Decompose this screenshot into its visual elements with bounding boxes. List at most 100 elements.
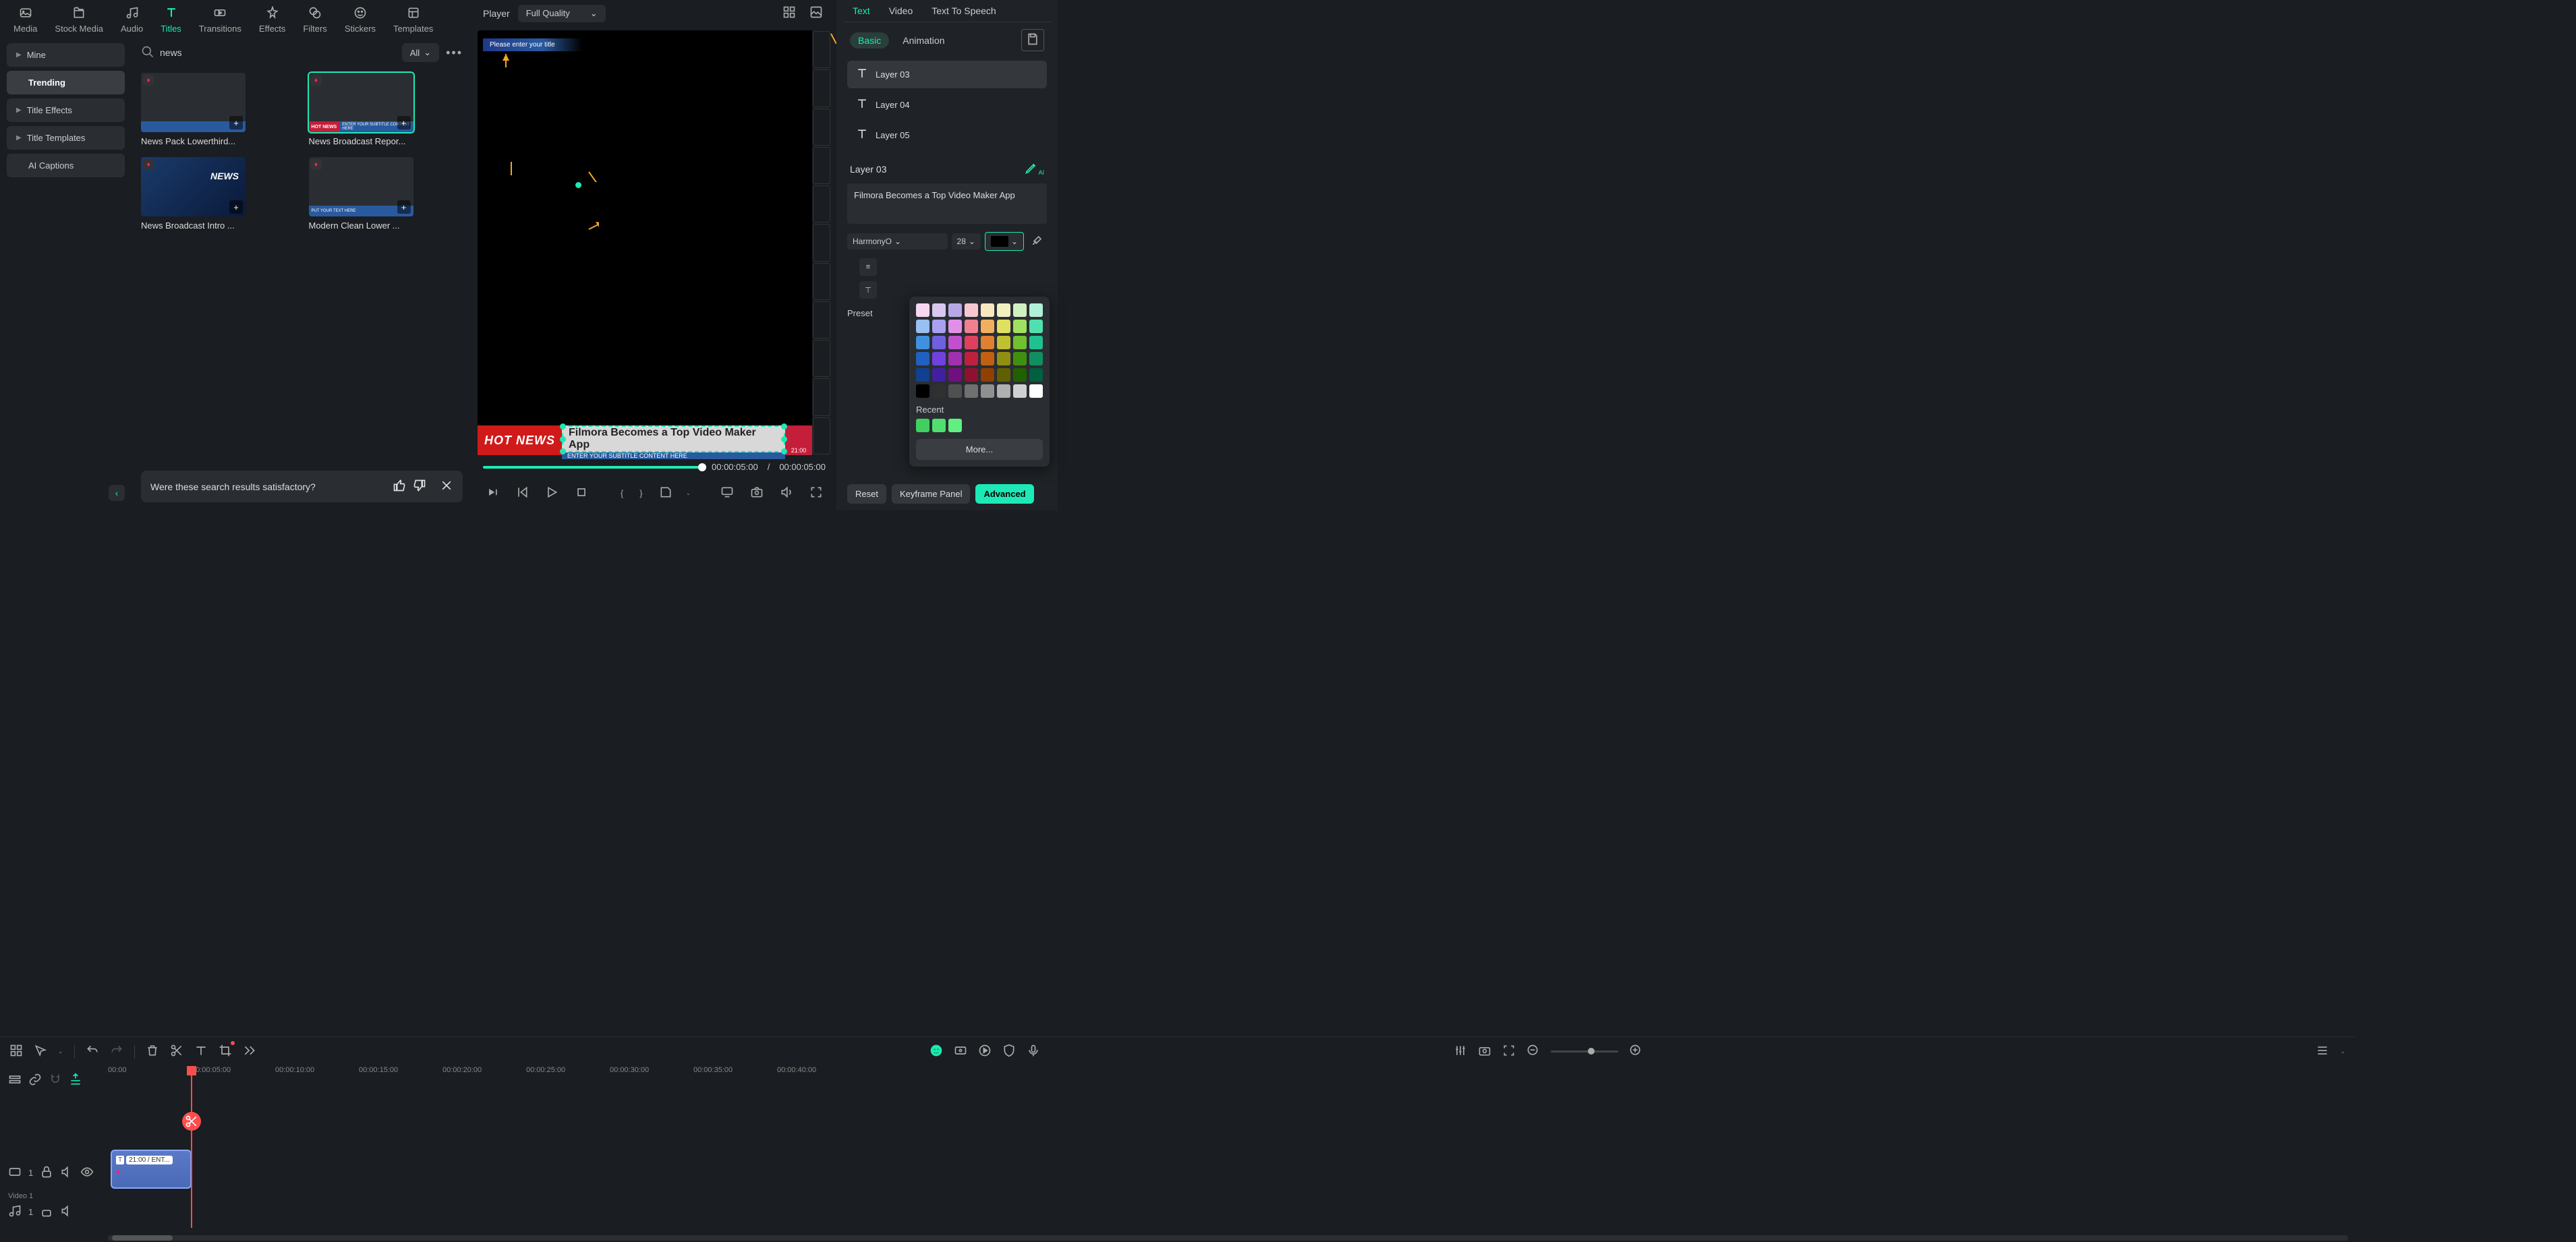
- color-swatch[interactable]: [948, 320, 962, 333]
- color-swatch[interactable]: [997, 368, 1010, 382]
- tab-text[interactable]: Text: [850, 4, 873, 18]
- fit-icon[interactable]: [1502, 1044, 1516, 1059]
- color-swatch[interactable]: [981, 368, 994, 382]
- color-swatch[interactable]: [1013, 368, 1027, 382]
- color-swatch[interactable]: [965, 384, 978, 398]
- eyedropper-icon[interactable]: [1028, 231, 1047, 252]
- resize-handle[interactable]: [560, 436, 566, 442]
- more-tools-icon[interactable]: [243, 1044, 256, 1059]
- preview-icon[interactable]: [978, 1044, 992, 1059]
- playhead-handle[interactable]: [187, 1066, 196, 1075]
- color-swatch[interactable]: [932, 368, 946, 382]
- color-swatch[interactable]: [981, 352, 994, 365]
- ai-icon[interactable]: [929, 1044, 943, 1059]
- align-left-icon[interactable]: ≡: [859, 258, 877, 276]
- color-swatch[interactable]: [965, 303, 978, 317]
- zoom-in-icon[interactable]: [1629, 1044, 1642, 1059]
- track-add-icon[interactable]: [8, 1073, 22, 1088]
- tab-media[interactable]: Media: [13, 4, 37, 34]
- collapse-sidebar-button[interactable]: ‹: [109, 485, 125, 501]
- crop-icon[interactable]: [219, 1044, 232, 1059]
- recent-color-swatch[interactable]: [916, 419, 929, 432]
- thumbnail[interactable]: ♦ +: [141, 73, 246, 132]
- thumbs-down-icon[interactable]: [413, 479, 426, 494]
- zoom-out-icon[interactable]: [1526, 1044, 1540, 1059]
- tab-video[interactable]: Video: [886, 4, 916, 18]
- resize-handle[interactable]: [560, 448, 566, 454]
- eye-icon[interactable]: [80, 1165, 94, 1181]
- marker-icon[interactable]: [656, 483, 675, 504]
- sidebar-item-title-effects[interactable]: ▶Title Effects: [7, 98, 125, 122]
- tab-transitions[interactable]: Transitions: [199, 4, 241, 34]
- tl-grid-icon[interactable]: [9, 1044, 23, 1059]
- title-template-card[interactable]: ♦ + News Pack Lowerthird...: [141, 73, 295, 146]
- split-icon[interactable]: [170, 1044, 183, 1059]
- color-swatch[interactable]: [981, 384, 994, 398]
- color-swatch[interactable]: [1029, 384, 1043, 398]
- color-swatch[interactable]: [997, 336, 1010, 349]
- tab-audio[interactable]: Audio: [121, 4, 143, 34]
- color-swatch[interactable]: [1013, 336, 1027, 349]
- zoom-slider[interactable]: [1551, 1051, 1618, 1053]
- layer-item[interactable]: Layer 03: [847, 61, 1047, 88]
- sidebar-item-trending[interactable]: Trending: [7, 71, 125, 94]
- reset-button[interactable]: Reset: [847, 484, 886, 504]
- color-dropdown[interactable]: ⌄: [985, 232, 1024, 251]
- save-preset-icon[interactable]: [1021, 29, 1044, 51]
- color-swatch[interactable]: [1029, 320, 1043, 333]
- timeline-clip[interactable]: T21:00 / ENT... ♦: [111, 1150, 192, 1189]
- scrollbar-thumb[interactable]: [112, 1235, 173, 1241]
- sidebar-item-ai-captions[interactable]: AI Captions: [7, 154, 125, 177]
- tab-tts[interactable]: Text To Speech: [929, 4, 998, 18]
- title-placeholder[interactable]: Please enter your title: [483, 38, 582, 51]
- color-swatch[interactable]: [981, 336, 994, 349]
- list-icon[interactable]: [2316, 1044, 2329, 1059]
- thumbnail[interactable]: ♦ HOT NEWSENTER YOUR SUBTITLE CONTENT HE…: [309, 73, 413, 132]
- color-swatch[interactable]: [1029, 336, 1043, 349]
- next-frame-icon[interactable]: [513, 483, 532, 504]
- thumbnail[interactable]: ♦ PUT YOUR TEXT HERE +: [309, 157, 413, 216]
- chevron-down-icon[interactable]: ⌄: [686, 490, 691, 497]
- volume-icon[interactable]: [777, 483, 796, 504]
- add-button[interactable]: +: [229, 200, 243, 214]
- keyframe-panel-button[interactable]: Keyframe Panel: [892, 484, 971, 504]
- lock-icon[interactable]: [40, 1204, 53, 1220]
- timeline-scrollbar[interactable]: [108, 1235, 2348, 1241]
- color-swatch[interactable]: [948, 368, 962, 382]
- recent-color-swatch[interactable]: [948, 419, 962, 432]
- add-button[interactable]: +: [397, 200, 411, 214]
- add-button[interactable]: +: [229, 116, 243, 129]
- thumbnail[interactable]: ♦ +: [141, 157, 246, 216]
- filter-dropdown[interactable]: All ⌄: [402, 43, 439, 62]
- title-template-card[interactable]: ♦ HOT NEWSENTER YOUR SUBTITLE CONTENT HE…: [309, 73, 463, 146]
- more-button[interactable]: •••: [446, 46, 463, 60]
- tab-stock-media[interactable]: Stock Media: [55, 4, 103, 34]
- tab-templates[interactable]: Templates: [393, 4, 433, 34]
- resize-handle[interactable]: [781, 448, 787, 454]
- quality-dropdown[interactable]: Full Quality ⌄: [518, 5, 606, 22]
- thumbs-up-icon[interactable]: [393, 479, 406, 494]
- color-swatch[interactable]: [932, 320, 946, 333]
- color-swatch[interactable]: [916, 320, 929, 333]
- color-swatch[interactable]: [916, 352, 929, 365]
- redo-icon[interactable]: [110, 1044, 123, 1059]
- color-swatch[interactable]: [997, 384, 1010, 398]
- font-dropdown[interactable]: HarmonyO⌄: [847, 233, 948, 249]
- snapshot-tl-icon[interactable]: [1478, 1044, 1491, 1059]
- color-swatch[interactable]: [997, 303, 1010, 317]
- mute-icon[interactable]: [60, 1204, 74, 1220]
- tab-stickers[interactable]: Stickers: [345, 4, 376, 34]
- sidebar-item-title-templates[interactable]: ▶Title Templates: [7, 126, 125, 150]
- progress-slider[interactable]: [483, 466, 702, 469]
- title-template-card[interactable]: ♦ PUT YOUR TEXT HERE + Modern Clean Lowe…: [309, 157, 463, 231]
- progress-thumb[interactable]: [698, 463, 706, 471]
- color-swatch[interactable]: [1029, 368, 1043, 382]
- color-swatch[interactable]: [932, 384, 946, 398]
- delete-icon[interactable]: [146, 1044, 159, 1059]
- color-swatch[interactable]: [1029, 352, 1043, 365]
- color-swatch[interactable]: [916, 384, 929, 398]
- color-swatch[interactable]: [997, 320, 1010, 333]
- color-swatch[interactable]: [948, 303, 962, 317]
- tab-filters[interactable]: Filters: [303, 4, 326, 34]
- chevron-down-icon[interactable]: ⌄: [2340, 1048, 2345, 1055]
